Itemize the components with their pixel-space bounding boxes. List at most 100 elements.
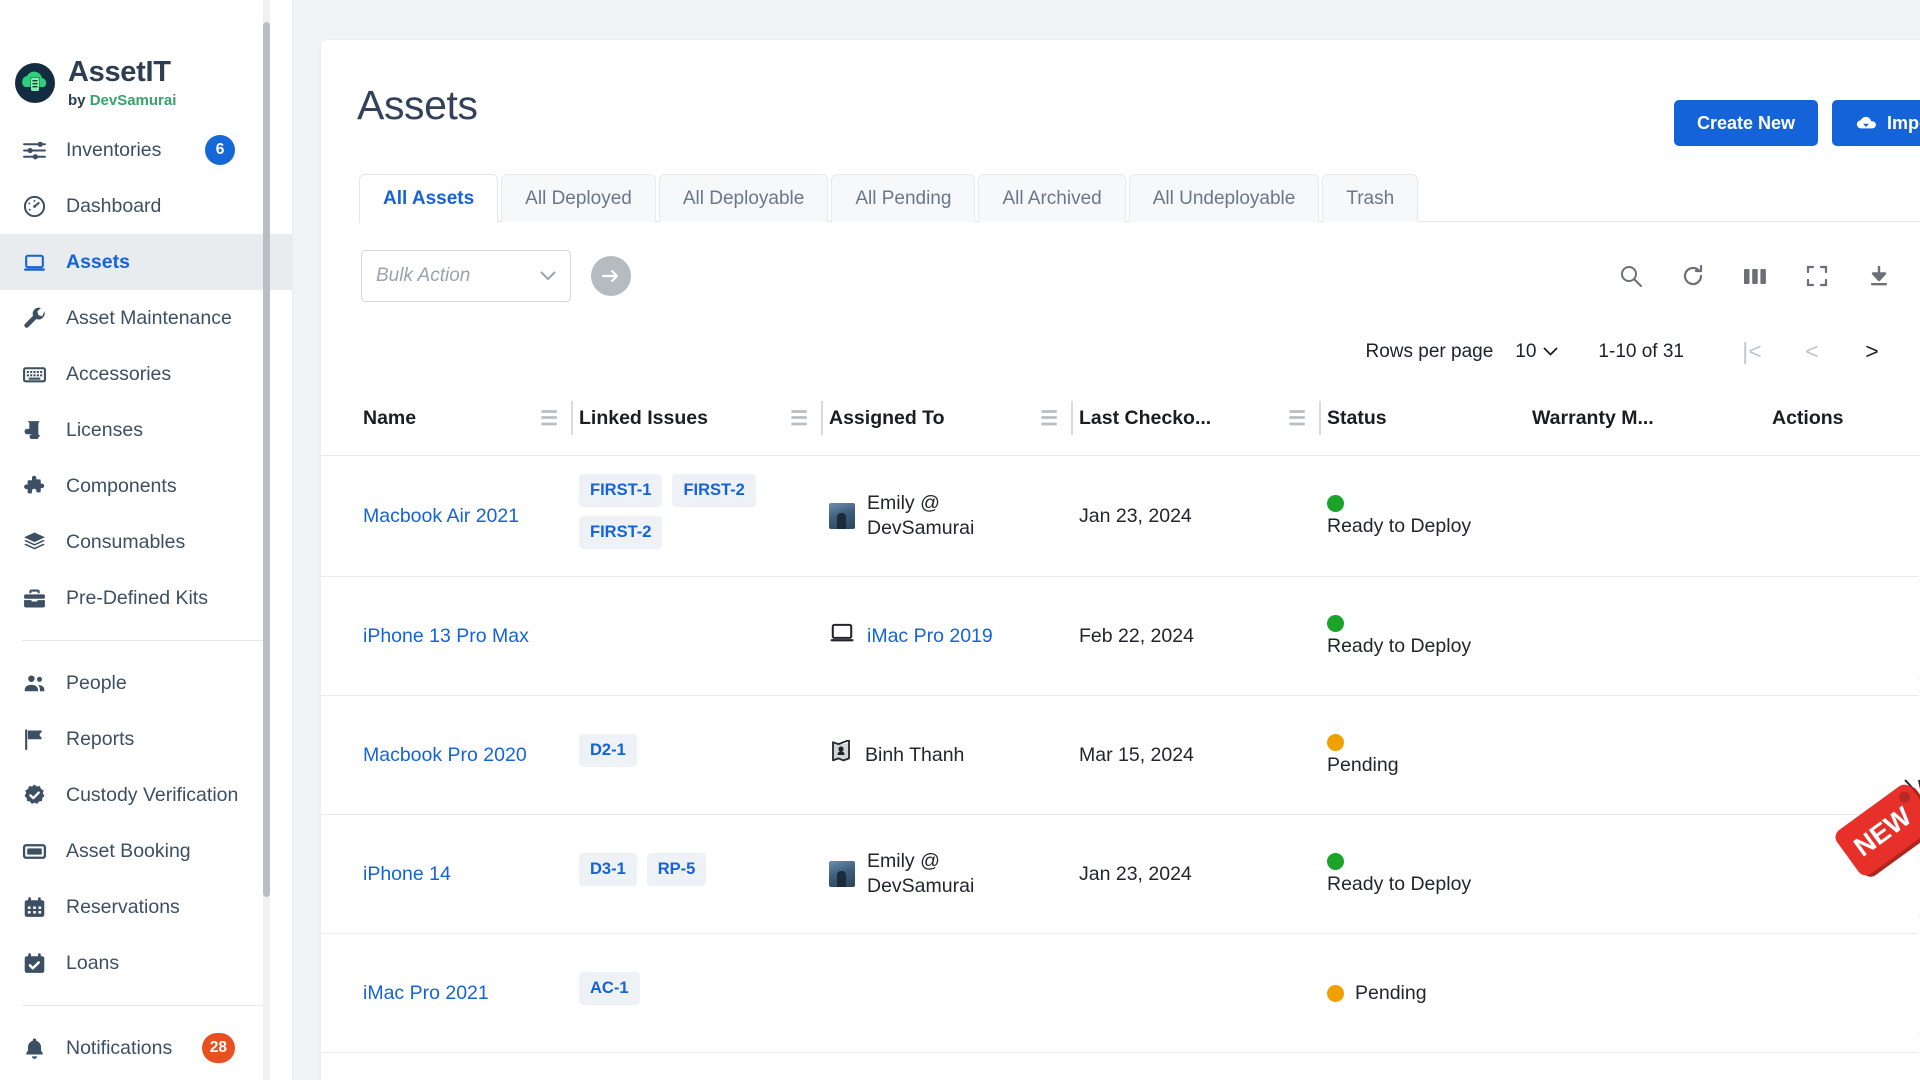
- sidebar-item-custody-verification[interactable]: Custody Verification: [0, 767, 292, 823]
- asset-name-link[interactable]: iPhone 14: [363, 863, 451, 885]
- create-new-label: Create New: [1696, 112, 1795, 133]
- sidebar-item-accessories[interactable]: Accessories: [0, 346, 292, 402]
- page-header: Assets Create New Import: [321, 40, 1920, 146]
- status-badge: Ready to Deploy: [1327, 494, 1532, 538]
- assets-table-wrap: Name ☰ Linked Issues ☰ Assigned To ☰ Last Chec…: [321, 385, 1920, 1053]
- tab-all-deployable[interactable]: All Deployable: [658, 174, 829, 222]
- linked-issue-chip[interactable]: RP-5: [646, 853, 707, 886]
- asset-name-link[interactable]: iPhone 13 Pro Max: [363, 625, 529, 647]
- sidebar-item-reports[interactable]: Reports: [0, 711, 292, 767]
- column-header-issues[interactable]: Linked Issues ☰: [579, 385, 829, 456]
- column-header-label: Last Checko...: [1079, 406, 1212, 429]
- import-button[interactable]: Import: [1832, 100, 1920, 146]
- license-icon: [22, 418, 52, 443]
- new-badge: NEW: [1833, 772, 1920, 882]
- bulk-action-value: Bulk Action: [376, 265, 471, 286]
- columns-icon[interactable]: [1742, 264, 1768, 288]
- column-header-name[interactable]: Name ☰: [321, 385, 579, 456]
- bulk-action-select[interactable]: Bulk Action: [361, 250, 571, 302]
- sidebar-scrollbar-thumb[interactable]: [263, 22, 270, 897]
- app-logo-icon: [15, 63, 55, 103]
- table-row[interactable]: iPhone 14 D3-1 RP-5 Emily @ DevSamurai Jan 23…: [321, 814, 1920, 934]
- fullscreen-icon[interactable]: [1804, 263, 1830, 289]
- page-title: Assets: [357, 82, 478, 128]
- assigned-to-location: Binh Thanh: [865, 743, 965, 766]
- table-row[interactable]: iPhone 13 Pro Max iMac Pro 2019 Feb 22, 20…: [321, 576, 1920, 696]
- sidebar-item-reservations[interactable]: Reservations: [0, 879, 292, 935]
- status-dot: [1327, 494, 1344, 512]
- last-page-button[interactable]: >|: [1902, 338, 1920, 365]
- last-checkout-cell: Jan 23, 2024: [1079, 814, 1327, 934]
- download-icon[interactable]: [1866, 263, 1892, 289]
- apply-bulk-action-button[interactable]: [591, 256, 631, 296]
- sidebar-item-notifications[interactable]: Notifications 28: [0, 1020, 292, 1076]
- sidebar-item-label: Components: [66, 474, 177, 497]
- first-page-button[interactable]: |<: [1722, 338, 1782, 365]
- asset-name-link[interactable]: Macbook Pro 2020: [363, 744, 527, 766]
- status-dot: [1327, 614, 1344, 632]
- asset-name-link[interactable]: iMac Pro 2021: [363, 982, 489, 1004]
- tab-all-deployed[interactable]: All Deployed: [501, 174, 656, 222]
- asset-name-link[interactable]: Macbook Air 2021: [363, 505, 519, 527]
- tab-all-pending[interactable]: All Pending: [831, 174, 976, 222]
- pagination: Rows per page 10 1-10 of 31 |< < > >|: [321, 302, 1920, 365]
- actions-cell: [1772, 455, 1920, 577]
- tab-trash[interactable]: Trash: [1322, 174, 1419, 222]
- sidebar-nav: Inventories 6 Dashboard Assets Asset Mainten…: [0, 122, 292, 1076]
- refresh-icon[interactable]: [1680, 263, 1706, 289]
- column-header-checkout[interactable]: Last Checko... ☰: [1079, 385, 1327, 456]
- column-resize-handle[interactable]: [1071, 401, 1073, 435]
- sidebar-item-assets[interactable]: Assets: [0, 234, 292, 290]
- sidebar-item-pre-defined-kits[interactable]: Pre-Defined Kits: [0, 570, 292, 626]
- column-menu-icon[interactable]: ☰: [540, 406, 558, 431]
- status-label: Pending: [1355, 981, 1427, 1004]
- sidebar-item-licenses[interactable]: Licenses: [0, 402, 292, 458]
- gauge-icon: [22, 194, 52, 219]
- column-menu-icon[interactable]: ☰: [1288, 406, 1306, 431]
- column-resize-handle[interactable]: [821, 401, 823, 435]
- table-body: Macbook Air 2021 FIRST-1 FIRST-2 FIRST-2 Emi…: [321, 455, 1920, 1053]
- assigned-to-asset-link[interactable]: iMac Pro 2019: [867, 624, 993, 649]
- sidebar-divider: [22, 1005, 270, 1006]
- column-menu-icon[interactable]: ☰: [1040, 406, 1058, 431]
- search-icon[interactable]: [1618, 263, 1644, 289]
- sidebar-item-people[interactable]: People: [0, 655, 292, 711]
- column-header-actions[interactable]: Actions: [1772, 385, 1920, 456]
- tab-all-assets[interactable]: All Assets: [359, 174, 499, 223]
- column-header-status[interactable]: Status: [1327, 385, 1532, 456]
- table-row[interactable]: Macbook Air 2021 FIRST-1 FIRST-2 FIRST-2 Emi…: [321, 455, 1920, 577]
- linked-issue-chip[interactable]: AC-1: [579, 972, 640, 1005]
- header-actions: Create New Import: [1673, 82, 1920, 146]
- status-dot: [1327, 733, 1344, 751]
- column-menu-icon[interactable]: ☰: [790, 406, 808, 431]
- sidebar-item-asset-booking[interactable]: Asset Booking: [0, 823, 292, 879]
- column-resize-handle[interactable]: [571, 401, 573, 435]
- import-label: Import: [1887, 112, 1920, 133]
- linked-issue-chip[interactable]: D3-1: [579, 853, 637, 886]
- rows-per-page-select[interactable]: 10: [1515, 341, 1559, 363]
- sidebar-item-consumables[interactable]: Consumables: [0, 514, 292, 570]
- column-header-assigned[interactable]: Assigned To ☰: [829, 385, 1079, 456]
- sidebar-item-asset-maintenance[interactable]: Asset Maintenance: [0, 290, 292, 346]
- sidebar-item-dashboard[interactable]: Dashboard: [0, 178, 292, 234]
- column-header-warranty[interactable]: Warranty M...: [1532, 385, 1772, 456]
- linked-issue-chip[interactable]: FIRST-2: [672, 474, 756, 507]
- tab-all-archived[interactable]: All Archived: [978, 174, 1126, 222]
- column-resize-handle[interactable]: [1319, 401, 1321, 435]
- sidebar-item-inventories[interactable]: Inventories 6: [0, 122, 292, 178]
- next-page-button[interactable]: >: [1842, 338, 1902, 365]
- linked-issue-chip[interactable]: FIRST-2: [579, 516, 663, 549]
- tab-all-undeployable[interactable]: All Undeployable: [1128, 174, 1320, 222]
- assigned-to-cell: Emily @ DevSamurai: [829, 455, 1079, 577]
- linked-issue-chip[interactable]: D2-1: [579, 734, 637, 767]
- linked-issues-cell: [579, 576, 829, 696]
- sidebar-item-loans[interactable]: Loans: [0, 935, 292, 991]
- status-cell: Ready to Deploy: [1327, 576, 1532, 696]
- sidebar-item-components[interactable]: Components: [0, 458, 292, 514]
- table-row[interactable]: iMac Pro 2021 AC-1 Pending: [321, 933, 1920, 1053]
- table-row[interactable]: Macbook Pro 2020 D2-1 Binh Thanh Mar 15, 20…: [321, 695, 1920, 815]
- linked-issue-chip[interactable]: FIRST-1: [579, 474, 663, 507]
- create-new-button[interactable]: Create New: [1673, 100, 1818, 146]
- prev-page-button[interactable]: <: [1782, 338, 1842, 365]
- last-checkout-cell: [1079, 933, 1327, 1053]
